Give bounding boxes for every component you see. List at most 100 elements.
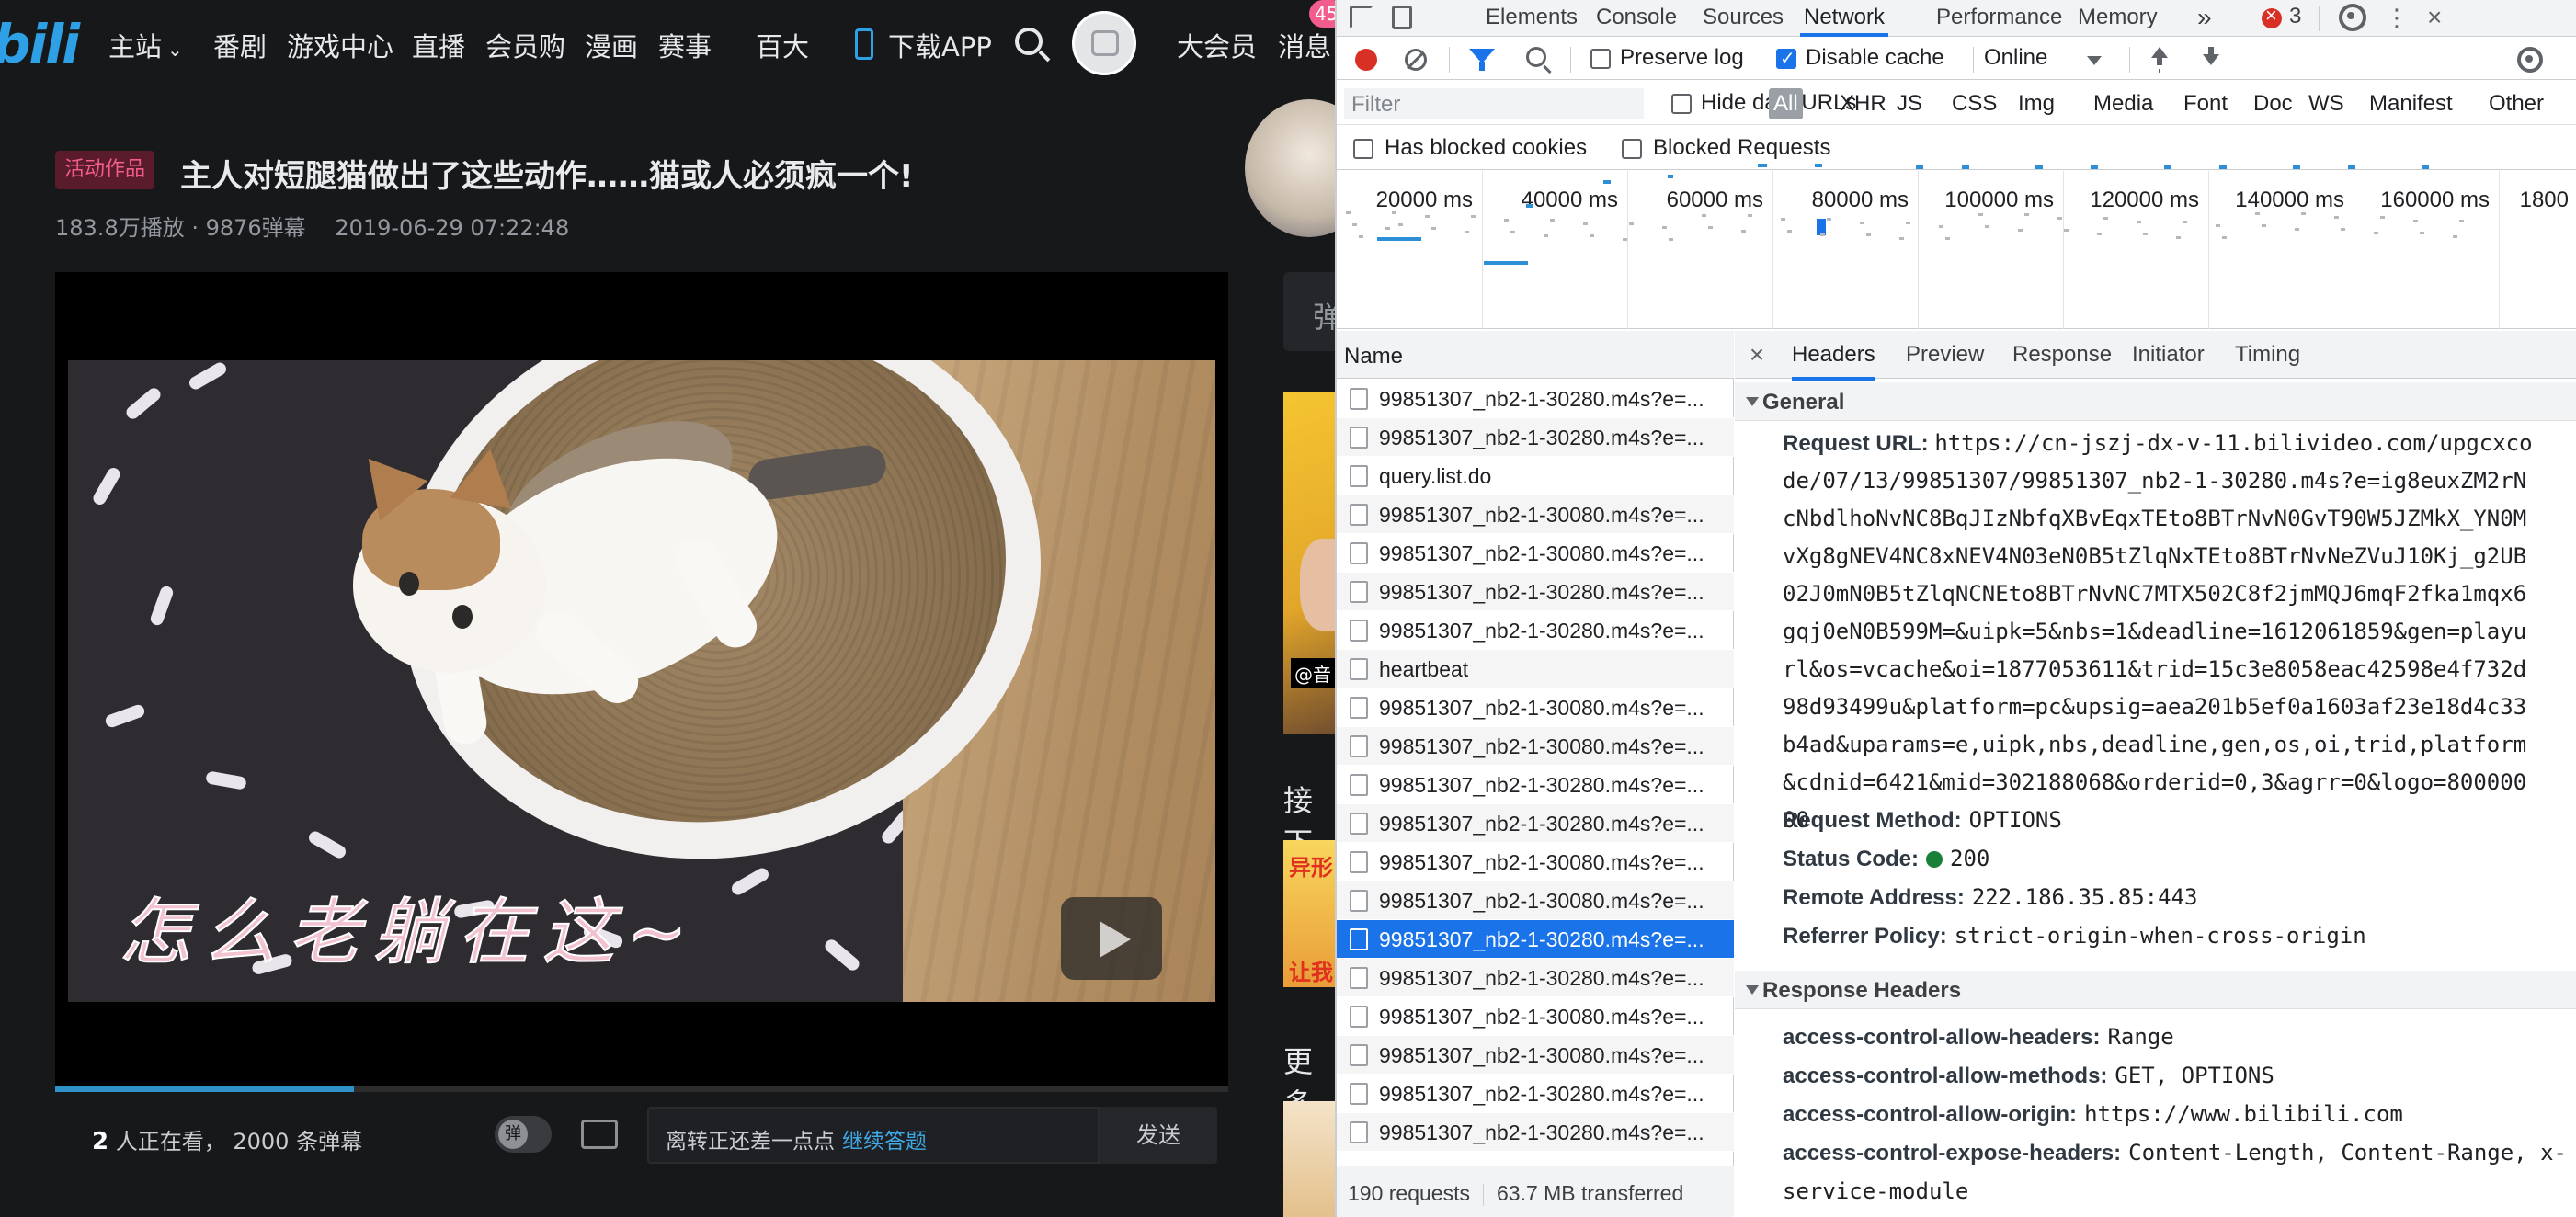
ad-thumbnail[interactable]: @音 (1283, 392, 1335, 734)
tab-timing[interactable]: Timing (2235, 342, 2300, 368)
tab-response[interactable]: Response (2012, 342, 2112, 368)
request-row[interactable]: 99851307_nb2-1-30280.m4s?e=... (1337, 611, 1734, 650)
search-icon[interactable] (1526, 47, 1546, 67)
type-filter-other[interactable]: Other (2484, 88, 2548, 119)
request-row[interactable]: 99851307_nb2-1-30280.m4s?e=... (1337, 766, 1734, 804)
send-button[interactable]: 发送 (1100, 1107, 1217, 1164)
nav-manga[interactable]: 漫画 (585, 26, 638, 64)
avatar[interactable] (1072, 11, 1136, 75)
type-filter-manifest[interactable]: Manifest (2365, 88, 2457, 119)
video-player[interactable]: 怎么老躺在这~ (55, 272, 1228, 1092)
has-blocked-cookies-checkbox[interactable] (1353, 139, 1373, 159)
tab-memory[interactable]: Memory (2078, 0, 2158, 37)
request-row[interactable]: 99851307_nb2-1-30280.m4s?e=... (1337, 1075, 1734, 1113)
type-filter-doc[interactable]: Doc (2249, 88, 2297, 119)
tab-console[interactable]: Console (1596, 0, 1677, 37)
related-thumbnail[interactable] (1283, 1101, 1335, 1217)
nav-top100[interactable]: 百大 (756, 26, 809, 64)
import-har-icon[interactable] (2149, 47, 2170, 71)
disable-cache-checkbox[interactable] (1776, 47, 1796, 70)
bilibili-logo[interactable]: bili (0, 13, 80, 75)
close-devtools-icon[interactable]: × (2427, 0, 2442, 37)
video-progress-bar[interactable] (55, 1086, 1228, 1092)
request-row[interactable]: 99851307_nb2-1-30280.m4s?e=... (1337, 804, 1734, 843)
video-frame[interactable]: 怎么老躺在这~ (68, 360, 1215, 1002)
inspect-element-icon[interactable] (1350, 6, 1373, 29)
danmaku-toggle[interactable] (495, 1116, 552, 1153)
general-section-header[interactable]: General (1735, 382, 2576, 421)
name-column-header[interactable]: Name (1337, 331, 1734, 379)
tab-network[interactable]: Network (1800, 0, 1889, 37)
tab-performance[interactable]: Performance (1936, 0, 2062, 37)
type-filter-ws[interactable]: WS (2304, 88, 2349, 119)
network-settings-icon[interactable] (2517, 47, 2543, 73)
request-row[interactable]: 99851307_nb2-1-30080.m4s?e=... (1337, 495, 1734, 534)
more-tabs-button[interactable]: » (2197, 0, 2212, 37)
nav-esports[interactable]: 赛事 (658, 26, 712, 64)
nav-anime[interactable]: 番剧 (213, 26, 267, 64)
hide-data-urls-checkbox[interactable] (1671, 94, 1692, 114)
request-row[interactable]: 99851307_nb2-1-30080.m4s?e=... (1337, 688, 1734, 727)
tab-initiator[interactable]: Initiator (2132, 342, 2205, 368)
nav-home[interactable]: 主站 ⌄ (108, 26, 183, 64)
preserve-log-checkbox[interactable] (1590, 49, 1611, 69)
uploader-avatar[interactable] (1245, 99, 1335, 237)
tab-elements[interactable]: Elements (1486, 0, 1578, 37)
response-headers-section-header[interactable]: Response Headers (1735, 971, 2576, 1009)
remote-address-row: Remote Address: 222.186.35.85:443 (1783, 879, 2573, 916)
tab-headers[interactable]: Headers (1792, 342, 1875, 381)
quiz-link[interactable]: 继续答题 (842, 1130, 927, 1154)
nav-vip[interactable]: 大会员 (1177, 26, 1257, 64)
request-row[interactable]: 99851307_nb2-1-30280.m4s?e=... (1337, 418, 1734, 457)
error-icon[interactable] (2262, 4, 2282, 28)
record-icon[interactable] (1355, 49, 1377, 71)
request-row[interactable]: heartbeat (1337, 650, 1734, 688)
request-row[interactable]: 99851307_nb2-1-30080.m4s?e=... (1337, 534, 1734, 573)
status-code-label: Status Code: (1783, 847, 1920, 871)
nav-live[interactable]: 直播 (412, 26, 465, 64)
search-icon[interactable] (1015, 28, 1043, 55)
activity-tag[interactable]: 活动作品 (55, 151, 155, 189)
error-count[interactable]: 3 (2289, 4, 2301, 29)
nav-messages[interactable]: 消息 (1278, 26, 1331, 64)
request-row[interactable]: 99851307_nb2-1-30080.m4s?e=... (1337, 727, 1734, 766)
filter-icon[interactable] (1469, 49, 1495, 71)
nav-games[interactable]: 游戏中心 (287, 26, 393, 64)
more-options-icon[interactable]: ⋮ (2385, 6, 2409, 29)
blocked-requests-checkbox[interactable] (1622, 139, 1642, 159)
nav-shop[interactable]: 会员购 (485, 26, 565, 64)
up-next-thumbnail[interactable]: 异形 让我 (1283, 840, 1335, 987)
tab-sources[interactable]: Sources (1703, 0, 1784, 37)
nav-download-app[interactable]: 下载APP (888, 26, 992, 64)
type-filter-all[interactable]: All (1769, 88, 1803, 119)
export-har-icon[interactable] (2201, 47, 2221, 71)
request-row[interactable]: 99851307_nb2-1-30280.m4s?e=... (1337, 380, 1734, 418)
device-toolbar-icon[interactable] (1392, 6, 1412, 29)
type-filter-js[interactable]: JS (1892, 88, 1927, 119)
type-filter-css[interactable]: CSS (1947, 88, 2001, 119)
detail-tab-bar: × Headers Preview Response Initiator Tim… (1735, 331, 2576, 381)
request-row[interactable]: 99851307_nb2-1-30280.m4s?e=... (1337, 959, 1734, 997)
request-row[interactable]: 99851307_nb2-1-30080.m4s?e=... (1337, 997, 1734, 1036)
type-filter-xhr[interactable]: XHR (1835, 88, 1891, 119)
request-row[interactable]: 99851307_nb2-1-30280.m4s?e=... (1337, 1113, 1734, 1152)
request-row[interactable]: 99851307_nb2-1-30280.m4s?e=... (1337, 573, 1734, 611)
view-count: 183.8万播放 · 9876弹幕 (55, 215, 306, 241)
request-row[interactable]: 99851307_nb2-1-30080.m4s?e=... (1337, 881, 1734, 920)
network-overview-timeline[interactable]: 20000 ms 40000 ms 60000 ms 80000 ms 100000 m… (1337, 164, 2576, 329)
type-filter-img[interactable]: Img (2013, 88, 2059, 119)
request-row[interactable]: 99851307_nb2-1-30080.m4s?e=... (1337, 1036, 1734, 1075)
request-row[interactable]: 99851307_nb2-1-30080.m4s?e=... (1337, 843, 1734, 881)
close-icon[interactable]: × (1744, 340, 1770, 370)
danmaku-settings-icon[interactable] (581, 1120, 618, 1149)
tab-preview[interactable]: Preview (1906, 342, 1984, 368)
status-code-row: Status Code: 200 (1783, 840, 2573, 878)
request-row[interactable]: 99851307_nb2-1-30280.m4s?e=... (1337, 920, 1734, 959)
settings-gear-icon[interactable] (2339, 4, 2366, 31)
type-filter-font[interactable]: Font (2179, 88, 2232, 119)
type-filter-media[interactable]: Media (2089, 88, 2158, 119)
filter-input[interactable]: Filter (1344, 88, 1644, 119)
danmaku-input[interactable]: 离转正还差一点点 继续答题 (647, 1107, 1100, 1164)
request-row[interactable]: query.list.do (1337, 457, 1734, 495)
clear-icon[interactable] (1405, 49, 1427, 71)
